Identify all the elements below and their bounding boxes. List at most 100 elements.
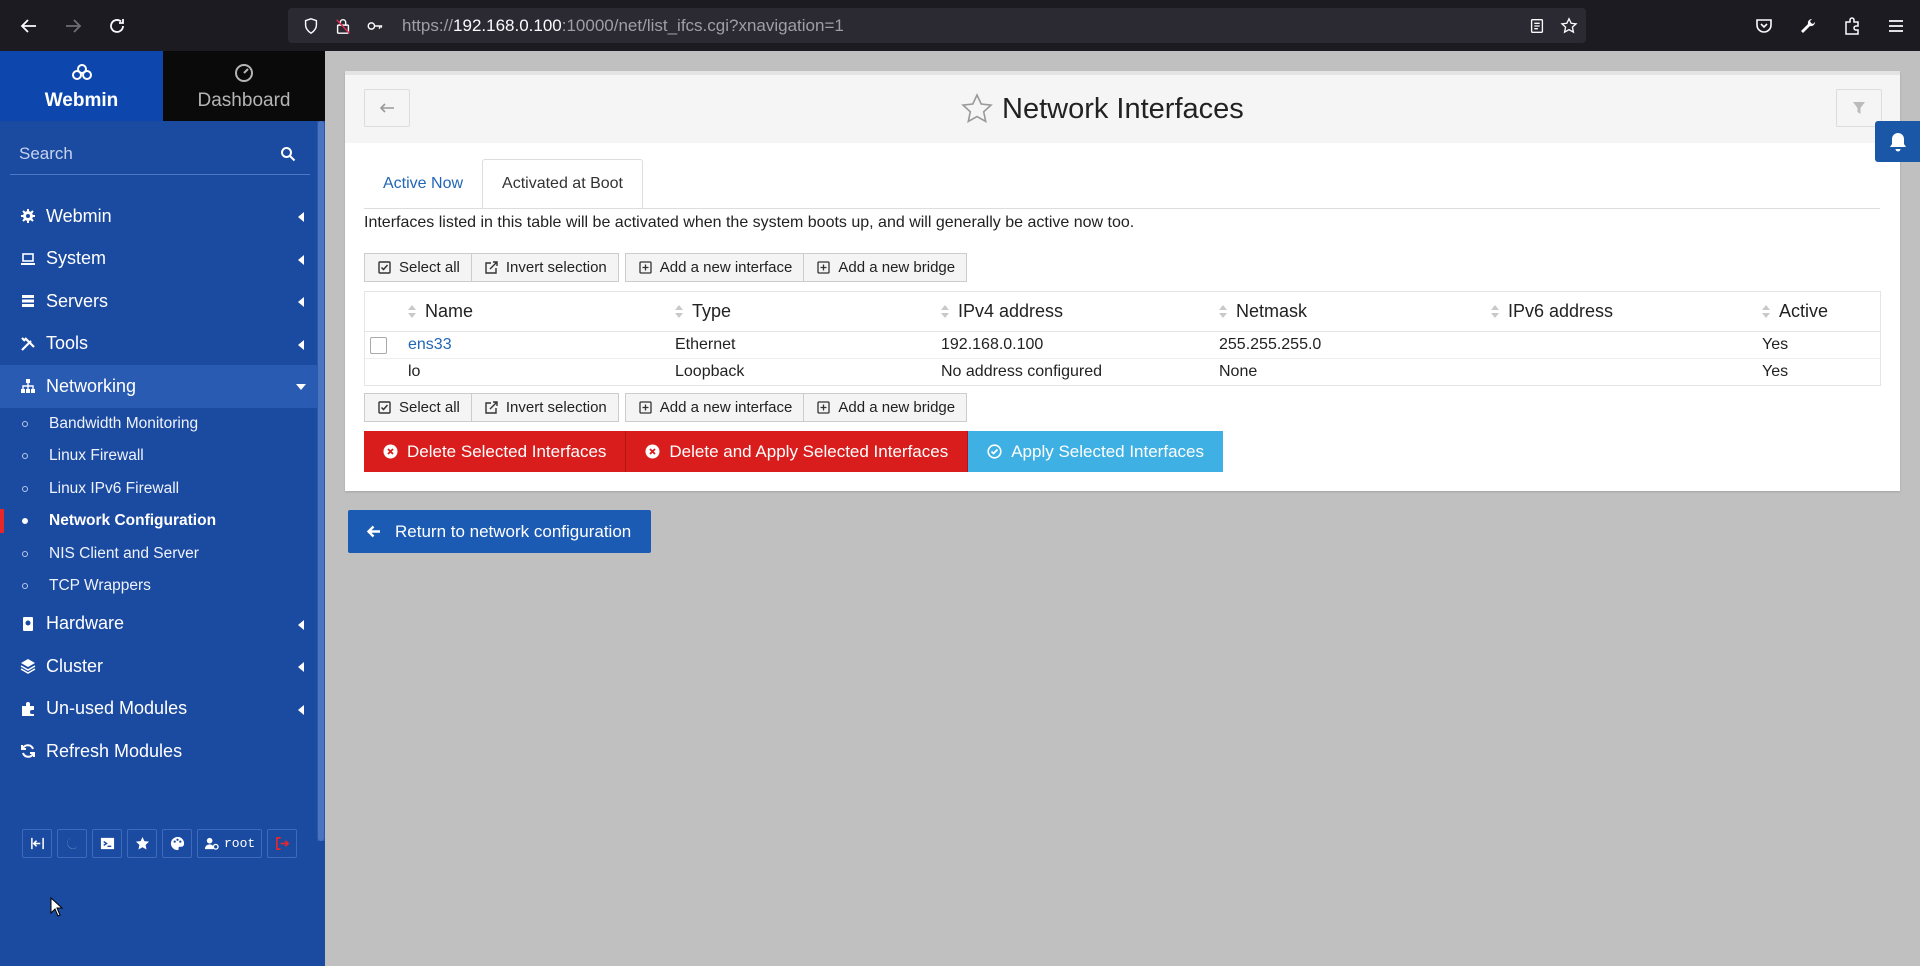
- back-button[interactable]: [364, 89, 410, 127]
- invert-selection-button[interactable]: Invert selection: [471, 393, 619, 422]
- share-square-icon: [485, 261, 498, 274]
- table-header-row: Name Type IPv4 address Netmask IPv6 addr…: [364, 291, 1881, 332]
- bookmark-star-icon[interactable]: [1560, 16, 1578, 35]
- wrench-icon: [1801, 18, 1816, 33]
- sidebar-item-networking[interactable]: Networking: [0, 365, 317, 408]
- invert-selection-button[interactable]: Invert selection: [471, 253, 619, 282]
- plus-square-icon: [817, 261, 831, 274]
- sidebar-subitem-tcp-wrappers[interactable]: TCP Wrappers: [0, 570, 317, 603]
- theme-config-button[interactable]: [162, 829, 192, 858]
- sidebar-item-servers[interactable]: Servers: [0, 280, 317, 323]
- sidebar-item-tools[interactable]: Tools: [0, 323, 317, 366]
- sidebar-item-system[interactable]: System: [0, 238, 317, 281]
- search-icon[interactable]: [280, 146, 296, 162]
- add-interface-button[interactable]: Add a new interface: [624, 253, 805, 282]
- terminal-icon: [100, 837, 114, 850]
- sidebar-item-label: Networking: [46, 375, 137, 396]
- column-header-name[interactable]: Name: [408, 291, 675, 332]
- sidebar-subitem-linux-firewall[interactable]: Linux Firewall: [0, 440, 317, 473]
- column-header-type[interactable]: Type: [675, 291, 941, 332]
- add-interface-button[interactable]: Add a new interface: [624, 393, 805, 422]
- url-bar[interactable]: https://192.168.0.100:10000/net/list_ifc…: [288, 8, 1586, 43]
- return-to-network-config-button[interactable]: Return to network configuration: [348, 510, 652, 553]
- sidebar-subitem-bandwidth-monitoring[interactable]: Bandwidth Monitoring: [0, 408, 317, 441]
- sort-icon: [941, 305, 949, 318]
- sidebar-subitem-network-configuration[interactable]: Network Configuration: [0, 505, 317, 538]
- select-all-label: Select all: [399, 259, 460, 276]
- favorite-star-icon[interactable]: [960, 92, 994, 126]
- check-square-icon: [378, 401, 391, 414]
- select-all-button[interactable]: Select all: [364, 393, 472, 422]
- back-nav-button[interactable]: [11, 8, 47, 44]
- sidebar-item-cluster[interactable]: Cluster: [0, 645, 317, 688]
- sort-icon: [408, 305, 416, 318]
- tab-bar: Active Now Activated at Boot: [364, 159, 643, 209]
- sidebar-item-label: Un-used Modules: [46, 698, 188, 719]
- add-bridge-button[interactable]: Add a new bridge: [804, 393, 968, 422]
- sidebar-scrollbar[interactable]: [317, 121, 325, 841]
- tab-activated-at-boot[interactable]: Activated at Boot: [482, 159, 643, 209]
- user-account-button[interactable]: root: [197, 829, 263, 858]
- collapse-sidebar-button[interactable]: [22, 829, 52, 858]
- star-icon: [135, 836, 149, 850]
- insecure-lock-icon[interactable]: [332, 15, 354, 37]
- row-checkbox[interactable]: [370, 336, 387, 354]
- forward-nav-button[interactable]: [55, 8, 91, 44]
- refresh-icon: [21, 744, 35, 759]
- search-input[interactable]: [10, 143, 280, 164]
- extensions-button[interactable]: [1834, 8, 1870, 44]
- url-text[interactable]: https://192.168.0.100:10000/net/list_ifc…: [402, 16, 844, 36]
- gear-icon: [21, 209, 35, 224]
- panel-header: Network Interfaces: [345, 71, 1900, 143]
- delete-selected-button[interactable]: Delete Selected Interfaces: [364, 431, 627, 472]
- caret-down-icon: [296, 384, 306, 390]
- app-menu-button[interactable]: [1878, 8, 1914, 44]
- times-circle-icon: [383, 444, 398, 459]
- sidebar-item-refresh-modules[interactable]: Refresh Modules: [0, 730, 317, 773]
- tab-dashboard[interactable]: Dashboard: [163, 51, 325, 121]
- shield-icon[interactable]: [300, 15, 322, 37]
- bullet-icon: [22, 485, 28, 492]
- sidebar-subitem-linux-ipv6-firewall[interactable]: Linux IPv6 Firewall: [0, 473, 317, 506]
- caret-left-icon: [298, 619, 304, 630]
- cell-netmask: None: [1219, 358, 1491, 386]
- notifications-button[interactable]: [1875, 121, 1920, 162]
- apply-selected-button[interactable]: Apply Selected Interfaces: [968, 431, 1223, 472]
- pocket-button[interactable]: [1746, 8, 1782, 44]
- select-all-button[interactable]: Select all: [364, 253, 472, 282]
- add-interface-label: Add a new interface: [659, 259, 793, 276]
- column-header-active[interactable]: Active: [1762, 291, 1881, 332]
- key-icon[interactable]: [364, 15, 386, 37]
- cell-type: Loopback: [675, 358, 941, 386]
- main-panel: Network Interfaces Active Now Activated …: [345, 71, 1900, 491]
- sidebar-scrollbar-thumb[interactable]: [318, 121, 324, 841]
- terminal-button[interactable]: [92, 829, 122, 858]
- night-mode-button[interactable]: [57, 829, 87, 858]
- url-scheme: https://: [402, 15, 454, 35]
- tab-active-now[interactable]: Active Now: [364, 159, 482, 209]
- delete-apply-selected-button[interactable]: Delete and Apply Selected Interfaces: [626, 431, 969, 472]
- sidebar-item-hardware[interactable]: Hardware: [0, 603, 317, 646]
- sidebar-item-unused-modules[interactable]: Un-used Modules: [0, 688, 317, 731]
- sidebar-item-label: Webmin: [46, 205, 112, 226]
- sidebar-subitem-nis-client-and-server[interactable]: NIS Client and Server: [0, 538, 317, 571]
- reload-button[interactable]: [99, 8, 135, 44]
- sidebar-item-webmin[interactable]: Webmin: [0, 195, 317, 238]
- devtools-button[interactable]: [1790, 8, 1826, 44]
- form-actions: Delete Selected Interfaces Delete and Ap…: [364, 431, 1223, 472]
- add-bridge-button[interactable]: Add a new bridge: [804, 253, 968, 282]
- favorites-button[interactable]: [127, 829, 157, 858]
- page-description: Interfaces listed in this table will be …: [364, 214, 1135, 231]
- caret-left-icon: [298, 212, 304, 222]
- bullet-icon: [22, 518, 28, 524]
- tab-webmin[interactable]: Webmin: [0, 51, 163, 121]
- column-header-ipv4[interactable]: IPv4 address: [941, 291, 1219, 332]
- column-header-netmask[interactable]: Netmask: [1219, 291, 1491, 332]
- reader-view-icon[interactable]: [1528, 17, 1546, 35]
- times-circle-icon: [645, 444, 660, 459]
- logout-button[interactable]: [267, 829, 298, 858]
- interface-link[interactable]: ens33: [408, 336, 452, 353]
- column-header-ipv6[interactable]: IPv6 address: [1491, 291, 1762, 332]
- sort-icon: [1219, 305, 1227, 318]
- url-host: 192.168.0.100: [453, 15, 562, 35]
